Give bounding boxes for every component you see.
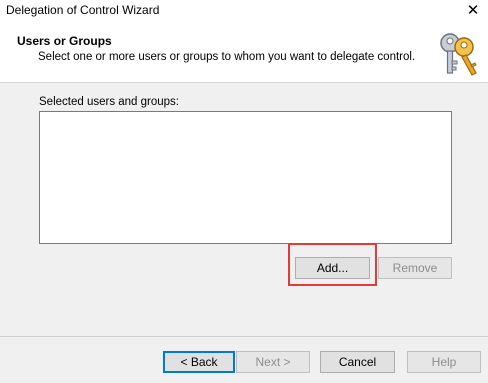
selected-users-label: Selected users and groups:	[39, 96, 180, 108]
page-title: Users or Groups	[17, 34, 112, 48]
back-button[interactable]: < Back	[163, 351, 235, 373]
wizard-header: Users or Groups Select one or more users…	[0, 24, 488, 83]
close-icon[interactable]: ✕	[458, 0, 488, 24]
next-button[interactable]: Next >	[236, 351, 310, 373]
page-subtitle: Select one or more users or groups to wh…	[38, 51, 416, 63]
keys-icon	[440, 33, 477, 76]
help-button[interactable]: Help	[407, 351, 481, 373]
title-bar: Delegation of Control Wizard ✕	[0, 0, 488, 24]
footer-separator	[0, 336, 488, 337]
window-title: Delegation of Control Wizard	[6, 3, 160, 17]
remove-button[interactable]: Remove	[378, 257, 452, 279]
selected-users-list[interactable]	[39, 111, 452, 244]
highlight-box	[288, 243, 377, 286]
cancel-button[interactable]: Cancel	[320, 351, 395, 373]
